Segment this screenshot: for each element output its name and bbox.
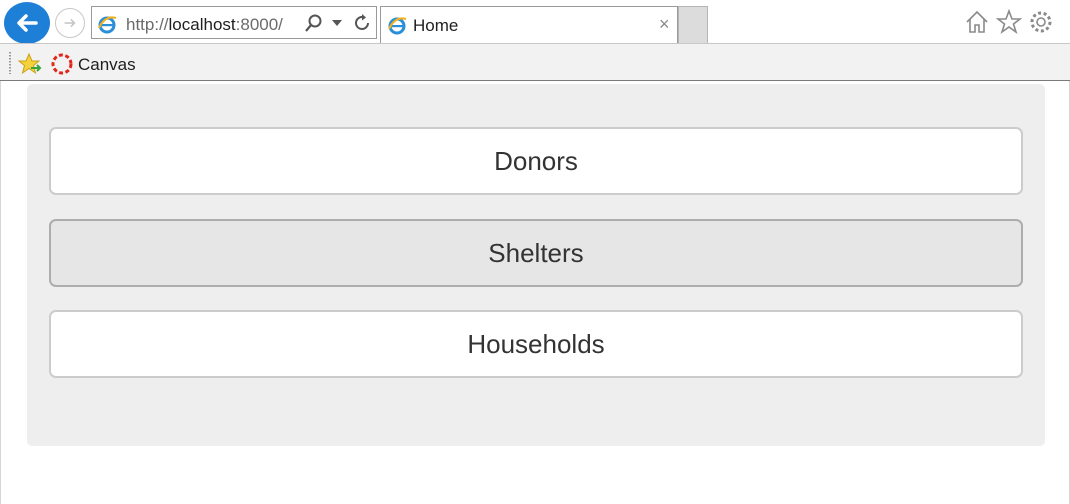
ie-icon — [388, 17, 407, 35]
forward-arrow-icon — [64, 18, 76, 28]
gear-icon[interactable] — [1028, 9, 1054, 35]
favorites-bar: Canvas — [0, 43, 1070, 81]
ie-icon — [98, 16, 117, 34]
page-content: Donors Shelters Households — [0, 81, 1070, 504]
address-bar[interactable]: http://localhost:8000/ — [91, 6, 377, 39]
home-icon[interactable] — [964, 9, 990, 35]
donors-button[interactable]: Donors — [49, 127, 1023, 195]
canvas-icon — [51, 53, 73, 75]
address-dropdown-icon[interactable] — [332, 20, 342, 26]
favorite-link-canvas[interactable]: Canvas — [78, 55, 136, 75]
households-button[interactable]: Households — [49, 310, 1023, 378]
forward-button[interactable] — [55, 8, 85, 38]
browser-actions — [964, 9, 1054, 35]
favorites-star-icon[interactable] — [996, 9, 1022, 35]
add-favorite-icon[interactable] — [18, 52, 42, 76]
favorites-grip[interactable] — [9, 52, 11, 74]
refresh-icon[interactable] — [352, 13, 372, 33]
back-arrow-icon — [17, 14, 38, 32]
tab-home[interactable]: Home × — [380, 6, 678, 43]
new-tab-button[interactable] — [678, 6, 708, 43]
tab-title: Home — [413, 16, 459, 35]
nav-panel: Donors Shelters Households — [27, 84, 1045, 446]
back-button[interactable] — [4, 2, 50, 44]
browser-toolbar: http://localhost:8000/ Home × — [0, 0, 1070, 44]
search-icon[interactable] — [304, 13, 324, 33]
close-tab-icon[interactable]: × — [659, 14, 670, 35]
url-text[interactable]: http://localhost:8000/ — [126, 15, 283, 35]
shelters-button[interactable]: Shelters — [49, 219, 1023, 287]
